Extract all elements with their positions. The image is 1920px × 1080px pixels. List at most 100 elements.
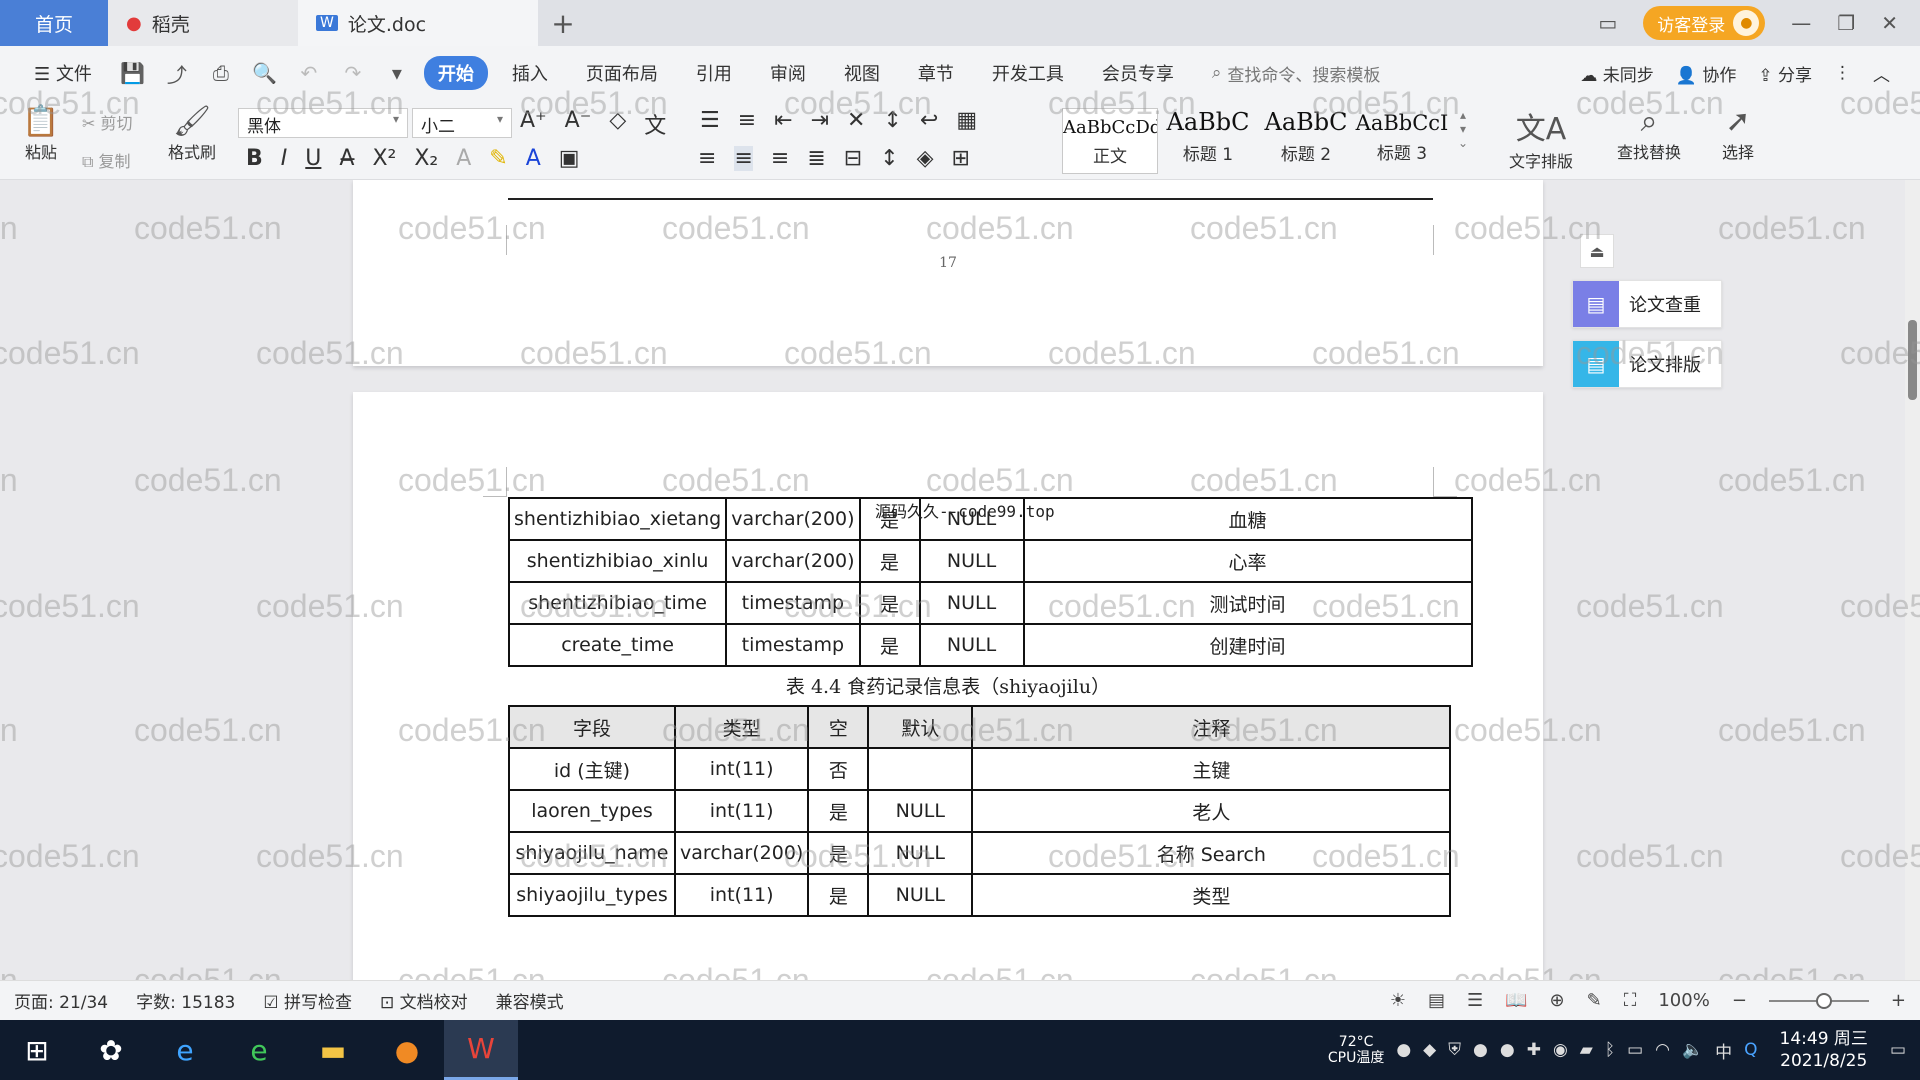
text-effect-icon[interactable]: A	[456, 146, 471, 171]
justify-icon[interactable]: ≣	[807, 146, 825, 171]
format-painter-button[interactable]: 🖌 格式刷	[162, 104, 222, 163]
ime-indicator[interactable]: 中	[1715, 1038, 1732, 1063]
bullet-list-icon[interactable]: ☰	[700, 108, 720, 133]
close-icon[interactable]: ✕	[1881, 11, 1898, 35]
output-icon[interactable]: ⤴	[160, 59, 194, 88]
doc-proof-button[interactable]: ⊡ 文档校对	[380, 988, 468, 1013]
align-center-icon[interactable]: ≡	[734, 146, 753, 171]
borders-icon[interactable]: ⊞	[952, 146, 970, 171]
page-current[interactable]: shentizhibiao_xietang varchar(200) 是 NUL…	[353, 392, 1543, 980]
wifi-icon[interactable]: ◠	[1655, 1040, 1670, 1060]
scrollbar-thumb[interactable]	[1908, 320, 1917, 400]
distribute-icon[interactable]: ⊟	[844, 146, 862, 171]
read-view-icon[interactable]: 📖	[1505, 990, 1527, 1011]
volume-icon[interactable]: 🔈	[1682, 1040, 1703, 1060]
style-heading-1[interactable]: AaBbC 标题 1	[1160, 108, 1256, 174]
ie-browser-icon[interactable]: e	[148, 1020, 222, 1080]
clear-format-icon[interactable]: ◇	[609, 108, 626, 140]
guest-login-button[interactable]: 访客登录 ●	[1643, 6, 1766, 40]
tray-app-icon[interactable]: ◉	[1553, 1040, 1568, 1060]
file-explorer-icon[interactable]: ▬	[296, 1020, 370, 1080]
collapse-ribbon-icon[interactable]: ︿	[1873, 61, 1890, 86]
tray-app-icon[interactable]: ◆	[1423, 1040, 1436, 1060]
redo-icon[interactable]: ↷	[336, 61, 370, 85]
share-button[interactable]: ⇪ 分享	[1758, 61, 1812, 86]
tab-document[interactable]: W 论文.doc	[298, 0, 538, 46]
undo-icon[interactable]: ↶	[292, 61, 326, 85]
collab-button[interactable]: 👤 协作	[1676, 61, 1737, 86]
cpu-temp[interactable]: 72°C CPU温度	[1328, 1034, 1384, 1066]
italic-icon[interactable]: I	[281, 146, 288, 171]
tray-app-icon[interactable]: ✚	[1527, 1040, 1541, 1060]
wps-writer-icon[interactable]: W	[444, 1020, 518, 1080]
minimize-icon[interactable]: —	[1791, 11, 1811, 35]
style-heading-3[interactable]: AaBbCcI 标题 3	[1354, 108, 1450, 174]
zoom-slider[interactable]	[1768, 992, 1869, 1009]
menu-page-layout[interactable]: 页面布局	[572, 56, 672, 90]
zoom-in-icon[interactable]: +	[1891, 990, 1906, 1011]
menu-chapter[interactable]: 章节	[904, 56, 968, 90]
decrease-indent-icon[interactable]: ⇤	[774, 108, 792, 133]
collapse-panel-icon[interactable]: ⏏	[1580, 234, 1614, 268]
outline-view-icon[interactable]: ☰	[1467, 990, 1483, 1011]
font-size-select[interactable]: 小二 ▾	[412, 108, 512, 138]
page-view-icon[interactable]: ▤	[1428, 990, 1445, 1011]
shading-icon[interactable]: ◈	[917, 146, 934, 171]
line-spacing-icon[interactable]: ↕	[880, 146, 898, 171]
zoom-level[interactable]: 100%	[1658, 990, 1709, 1011]
highlight-icon[interactable]: ✎	[489, 146, 507, 171]
menu-member[interactable]: 会员专享	[1088, 56, 1188, 90]
orange-app-icon[interactable]: ●	[370, 1020, 444, 1080]
numbered-list-icon[interactable]: ≡	[738, 108, 756, 133]
find-replace-button[interactable]: ⌕ 查找替换	[1604, 104, 1694, 163]
command-search[interactable]: ⌕ 查找命令、搜索模板	[1212, 61, 1381, 86]
menu-insert[interactable]: 插入	[498, 56, 562, 90]
tab-home[interactable]: 首页	[0, 0, 108, 46]
notification-icon[interactable]: ▭	[1890, 1040, 1906, 1060]
tray-app-icon[interactable]: ●	[1500, 1040, 1515, 1060]
paste-button[interactable]: 📋 粘贴	[16, 104, 66, 163]
underline-icon[interactable]: U	[305, 146, 321, 171]
subscript-icon[interactable]: X₂	[414, 146, 438, 171]
zoom-out-icon[interactable]: −	[1732, 990, 1747, 1011]
font-color-icon[interactable]: A	[526, 146, 541, 171]
sync-button[interactable]: ☁ 未同步	[1580, 61, 1653, 86]
menu-dev-tools[interactable]: 开发工具	[978, 56, 1078, 90]
bluetooth-icon[interactable]: ᛒ	[1605, 1040, 1615, 1060]
align-right-icon[interactable]: ≡	[771, 146, 789, 171]
zoom-slider-handle[interactable]	[1815, 992, 1832, 1009]
paper-check-button[interactable]: ▤ 论文查重	[1572, 280, 1722, 328]
bold-icon[interactable]: B	[246, 146, 263, 171]
menu-start[interactable]: 开始	[423, 56, 488, 90]
battery-icon[interactable]: ▭	[1627, 1040, 1643, 1060]
show-marks-icon[interactable]: ↩	[920, 108, 938, 133]
print-preview-icon[interactable]: 🔍	[248, 61, 282, 85]
superscript-icon[interactable]: X²	[372, 146, 396, 171]
write-view-icon[interactable]: ✎	[1587, 990, 1602, 1011]
save-icon[interactable]: 💾	[116, 61, 150, 85]
menu-review[interactable]: 审阅	[756, 56, 820, 90]
styles-scroll-icon[interactable]: ▴ ▾ ⌄	[1458, 108, 1468, 150]
web-view-icon[interactable]: ⊕	[1550, 990, 1565, 1011]
tab-daoke[interactable]: ● 稻壳	[108, 0, 298, 46]
chinese-layout-icon[interactable]: ✕	[847, 108, 865, 133]
menu-references[interactable]: 引用	[682, 56, 746, 90]
cut-button[interactable]: ✂ 剪切	[82, 110, 133, 134]
fit-page-icon[interactable]: ⛶	[1624, 990, 1637, 1011]
shrink-font-icon[interactable]: A⁻	[565, 108, 592, 140]
word-count[interactable]: 字数: 15183	[136, 988, 235, 1013]
strikethrough-icon[interactable]: A̶	[339, 146, 354, 171]
tray-app-icon[interactable]: ●	[1473, 1040, 1488, 1060]
customize-dropdown-icon[interactable]: ▾	[380, 61, 414, 85]
gpu-icon[interactable]: ▰	[1580, 1040, 1593, 1060]
print-icon[interactable]: ⎙	[204, 61, 238, 85]
grow-font-icon[interactable]: A⁺	[520, 108, 547, 140]
security-shield-icon[interactable]: ⛨	[1448, 1040, 1461, 1060]
vertical-scrollbar[interactable]	[1905, 180, 1920, 980]
increase-indent-icon[interactable]: ⇥	[811, 108, 829, 133]
phonetic-icon[interactable]: 文	[644, 108, 666, 140]
page-indicator[interactable]: 页面: 21/34	[14, 988, 108, 1013]
style-normal[interactable]: AaBbCcDd 正文	[1062, 108, 1158, 174]
more-icon[interactable]: ⋮	[1834, 63, 1851, 83]
layout-icon[interactable]: ▭	[1598, 11, 1617, 35]
